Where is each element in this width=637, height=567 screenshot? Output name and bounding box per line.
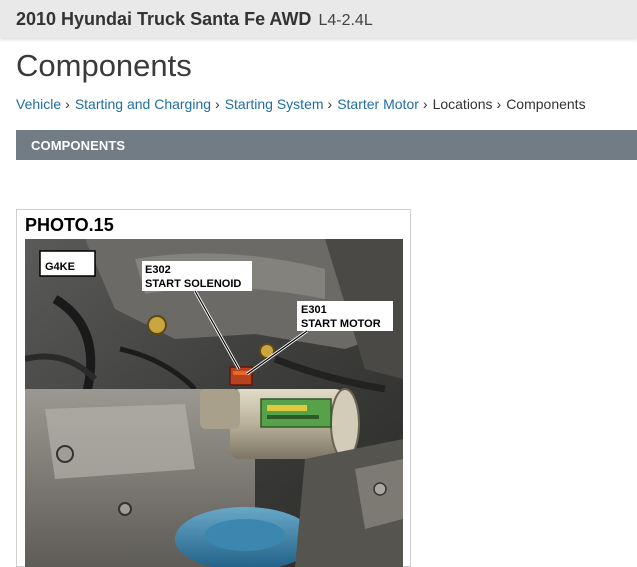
breadcrumb-starting-system[interactable]: Starting System [225,96,324,112]
callout-e302-code: E302 [145,264,171,276]
breadcrumb-separator: › [422,96,428,112]
engine-spec: L4-2.4L [318,12,373,29]
engine-code: G4KE [45,261,75,273]
callout-e302-label: START SOLENOID [145,278,241,290]
breadcrumb-starter-motor[interactable]: Starter Motor [337,96,419,112]
breadcrumb-locations: Locations [432,96,493,112]
vehicle-header-bar: 2010 Hyundai Truck Santa Fe AWD L4-2.4L [0,0,637,38]
callout-e301-code: E301 [301,304,327,316]
breadcrumb-separator: › [65,96,70,112]
callout-e301-label: START MOTOR [301,318,381,330]
breadcrumb-components: Components [506,96,586,112]
breadcrumb-vehicle[interactable]: Vehicle [16,96,61,112]
vehicle-title: 2010 Hyundai Truck Santa Fe AWD L4-2.4L [16,9,373,30]
breadcrumb-separator: › [327,96,333,112]
breadcrumb: Vehicle › Starting and Charging › Starting S… [16,96,586,112]
photo-label: PHOTO.15 [25,215,114,235]
bolt [147,315,167,335]
page-title: Components [16,48,192,83]
breadcrumb-separator: › [215,96,220,112]
engine-bay-photo: G4KE E302 START SOLENOID E301 START MOTO… [25,239,403,567]
breadcrumb-separator: › [496,96,502,112]
engine-photo-illustration: G4KE E302 START SOLENOID E301 START MOTO… [25,239,403,567]
solenoid-connector [229,366,253,386]
section-title: COMPONENTS [31,138,126,153]
vehicle-name: 2010 Hyundai Truck Santa Fe AWD [16,9,312,29]
breadcrumb-starting-and-charging[interactable]: Starting and Charging [75,96,211,112]
section-header: COMPONENTS [16,130,637,160]
